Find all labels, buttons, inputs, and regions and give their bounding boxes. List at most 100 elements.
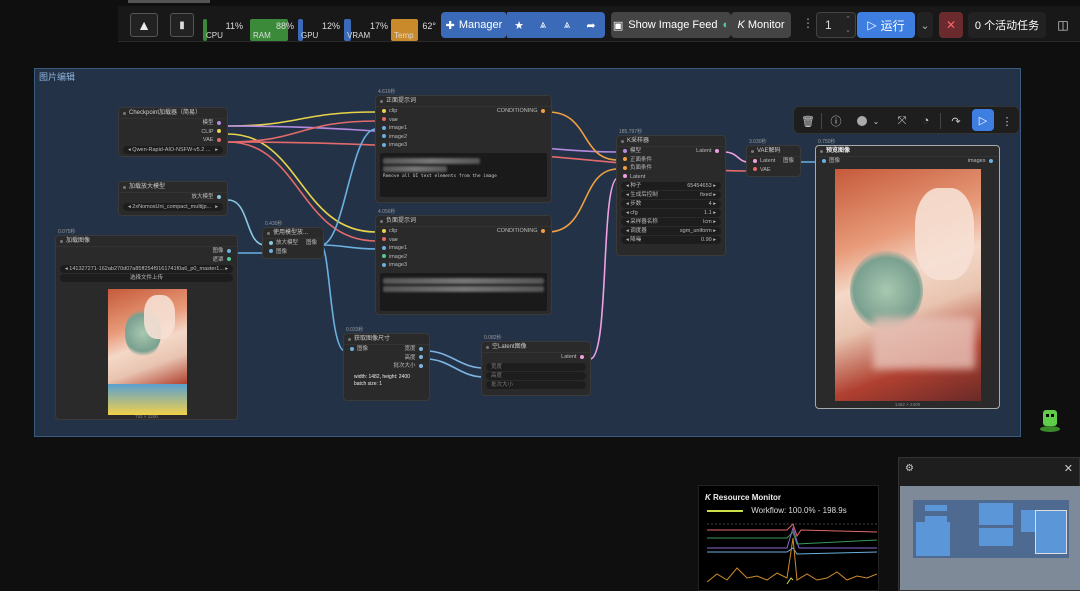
node-title: 获取图像尺寸 [344,334,429,345]
crystools-icon: K [705,493,711,502]
input-slot[interactable]: image2 [376,253,551,262]
input-slot[interactable]: 图像 [263,248,323,257]
output-slot[interactable]: 高度 [344,354,429,363]
node-title: 加载放大模型 [119,182,227,193]
node-upscale-model-loader[interactable]: 加载放大模型 放大模型 ◂ 2xNomosUni_compact_multijp… [118,181,228,216]
output-slot[interactable]: 图像 [56,247,237,256]
output-slot[interactable]: 放大模型 [119,193,227,202]
scheduler-widget[interactable]: ◂ 调度器 sgm_uniform ▸ [621,227,721,235]
model-name-combo[interactable]: ◂ 2xNomosUni_compact_multijp... ▸ [123,202,223,211]
input-slot[interactable]: 负面条件 [617,164,725,173]
resource-monitor-title: K Resource Monitor [705,493,781,502]
input-slot[interactable]: clip CONDITIONING [376,107,551,116]
input-slot[interactable]: vae [376,116,551,125]
node-get-image-size[interactable]: 0.033秒 获取图像尺寸 图像 宽度 高度 批次大小 width: 1482, … [343,327,430,401]
slot-label: Latent [760,158,776,164]
delete-icon[interactable]: 🗑 [800,113,816,129]
slot-label: 负面条件 [630,165,653,171]
prompt-textarea[interactable] [380,272,547,311]
cfg-widget[interactable]: ◂ cfg 1.1 ▸ [621,209,721,217]
size-info-text: width: 1482, height: 2400 [354,373,410,380]
node-empty-latent[interactable]: 0.082秒 空Latent图像 Latent 宽度 高度 批次大小 [481,335,591,396]
steps-widget[interactable]: ◂ 步数 4 ▸ [621,200,721,208]
exec-time: 0.430秒 [265,221,283,227]
run-selected-icon[interactable]: ▷ [972,109,994,131]
input-slot[interactable]: image1 [376,124,551,133]
widget-value: sgm_uniform [679,228,712,234]
workflow-legend: Workflow: 100.0% - 198.9s [707,506,847,515]
width-widget[interactable]: 宽度 [486,362,586,371]
bypass-icon[interactable]: ◔ [918,113,934,129]
output-slot[interactable]: 遮罩 [56,256,237,265]
more-options-icon[interactable]: ⋮ [999,113,1015,129]
input-slot[interactable]: image1 [376,244,551,253]
chevron-down-icon[interactable]: ⌄ [868,113,884,129]
ckpt-name-combo[interactable]: ◂ Qwen-Rapid-AIO-NSFW-v5.2 ... ▸ [123,145,223,154]
slot-label: 批次大小 [393,363,416,369]
slot-label: 正面条件 [630,156,653,163]
slot-label: 遮罩 [212,256,224,263]
slot-label: clip [389,228,398,234]
input-slot[interactable]: clip CONDITIONING [376,227,551,236]
output-slot[interactable]: 批次大小 [344,362,429,371]
output-slot[interactable]: 模型 [119,119,227,128]
input-slot[interactable]: VAE [747,166,800,175]
node-load-image[interactable]: 0.075秒 加载图像 图像 遮罩 ◂ 141327271-162ab270d0… [55,229,238,420]
workflow-legend-text: Workflow: 100.0% - 198.9s [751,506,847,515]
output-slot[interactable]: Latent [482,353,590,362]
input-slot[interactable]: image3 [376,141,551,150]
node-preview-image[interactable]: 0.750秒 预览图像 图像 images 1482 × 2400 [815,139,1000,409]
widget-value: lcm [703,219,712,225]
input-slot[interactable]: 正面条件 [617,156,725,165]
input-slot[interactable]: 放大模型 图像 [263,239,323,248]
blurred-text [383,165,448,172]
output-slot[interactable]: VAE [119,136,227,145]
input-slot[interactable]: 模型 Latent [617,147,725,156]
node-ksampler[interactable]: 185.797秒 K采样器 模型 Latent 正面条件 负面条件 Latent … [616,129,726,256]
node-title: 使用模型放... [263,228,323,239]
redo-icon[interactable]: ↷ [948,113,964,129]
image-combo[interactable]: ◂ 141327271-162ab270d07a85ff254f9161741f… [60,265,233,273]
input-slot[interactable]: Latent [617,173,725,182]
slot-label: 图像 [829,158,841,164]
mascot-icon[interactable] [1040,408,1060,434]
widget-label: 高度 [491,372,503,379]
node-negative-prompt[interactable]: 4.056秒 负面提示词 clip CONDITIONING vae image1… [375,209,552,315]
exec-time: 0.750秒 [818,139,836,145]
upload-button[interactable]: 选择文件上传 [60,274,233,282]
denoise-widget[interactable]: ◂ 降噪 0.90 ▸ [621,236,721,244]
node-upscale-with-model[interactable]: 0.430秒 使用模型放... 放大模型 图像 图像 [262,221,324,259]
input-slot[interactable]: image2 [376,133,551,142]
slot-label: 高度 [404,354,416,361]
minimap-settings-icon[interactable]: ⚙ [905,463,914,474]
minimap-viewport[interactable] [900,486,1080,590]
resource-monitor-panel[interactable]: K Resource Monitor Workflow: 100.0% - 19… [698,485,879,591]
node-title: 加载图像 [56,236,237,247]
node-title: 正面提示词 [376,96,551,107]
slot-label: clip [389,108,398,114]
input-slot[interactable]: 图像 宽度 [344,345,429,354]
info-icon[interactable]: ⓘ [828,113,844,129]
widget-label: 宽度 [491,363,503,370]
sampler-name-widget[interactable]: ◂ 采样器名称 lcm ▸ [621,218,721,226]
batch-widget[interactable]: 批次大小 [486,380,586,389]
node-vae-decode[interactable]: 3.030秒 VAE解码 Latent 图像 VAE [746,139,801,177]
output-slot[interactable]: CLIP [119,128,227,137]
input-slot[interactable]: 图像 images [816,157,999,166]
node-checkpoint-loader[interactable]: Checkpoint加载器（简易） 模型 CLIP VAE ◂ Qwen-Rap… [118,107,228,157]
control-after-generate-widget[interactable]: ◂ 生成后控制 fixed ▸ [621,191,721,199]
widget-label: 批次大小 [491,381,514,388]
input-slot[interactable]: vae [376,236,551,245]
fit-view-icon[interactable]: ⤧ [894,113,910,129]
widget-label: cfg [630,210,638,216]
node-positive-prompt[interactable]: 4.616秒 正面提示词 clip CONDITIONING vae image1… [375,89,552,203]
widget-value: 1.1 [704,210,712,216]
output-image-preview [835,169,981,401]
input-slot[interactable]: image3 [376,261,551,270]
input-slot[interactable]: Latent 图像 [747,157,800,166]
minimap-close-icon[interactable]: ✕ [1064,462,1073,475]
prompt-textarea[interactable]: Remove all UI text elements from the ima… [380,152,547,197]
minimap-panel[interactable]: ⚙ ✕ [898,457,1080,591]
height-widget[interactable]: 高度 [486,371,586,380]
seed-widget[interactable]: ◂ 种子 65454653 ▸ [621,182,721,190]
